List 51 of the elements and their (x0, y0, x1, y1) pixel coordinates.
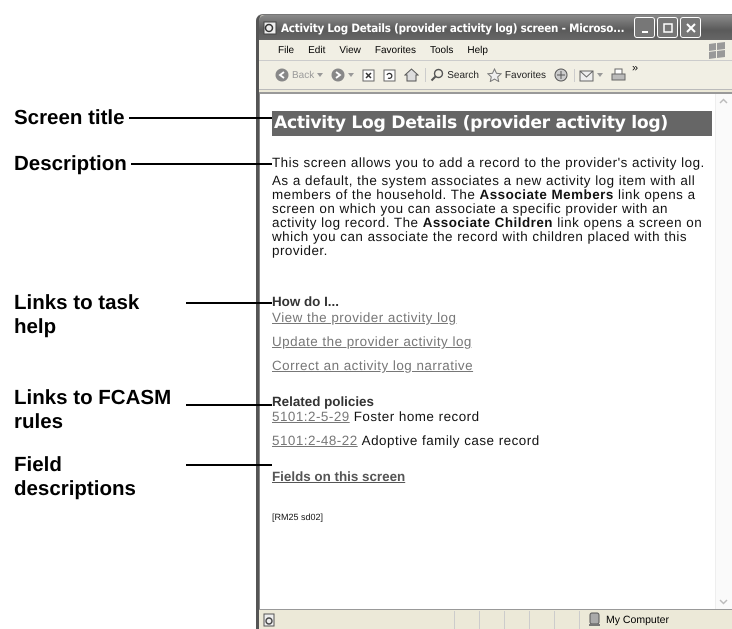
refresh-icon (383, 68, 396, 82)
menu-item[interactable]: Favorites (368, 44, 423, 56)
caret-icon (597, 73, 604, 77)
task-link[interactable]: Correct an activity log narrative (272, 358, 474, 373)
paragraph-text: As a default, the system associates a new activity log item with all members of the household. The Associate Members link opens a screen on which you can associate a specific provider with an activity log record. The Associate Children link opens a screen on which you can associate the record with children placed with this provider. (272, 174, 704, 258)
favorites-button[interactable]: Favorites (482, 68, 550, 82)
callout-label: Description (14, 152, 127, 176)
caret-icon (348, 73, 354, 77)
callout-label: Field descriptions (14, 453, 137, 501)
page-icon (262, 612, 276, 626)
callout-label: Links to FCASM rules (14, 386, 172, 434)
page-heading: Activity Log Details (provider activity log) (272, 111, 712, 136)
search-icon (430, 68, 444, 82)
policy-title: Foster home record (354, 409, 480, 424)
close-button[interactable] (680, 17, 702, 38)
computer-icon (588, 612, 601, 627)
caret-icon (317, 73, 324, 77)
policy-title: Adoptive family case record (362, 433, 540, 448)
policy-link[interactable]: 5101:2-48-22 (272, 433, 358, 448)
menu-item[interactable]: Help (460, 44, 495, 56)
policy-link[interactable]: 5101:2-5-29 (272, 409, 350, 424)
description-text: This screen allows you to add a record to the provider's activity log. (272, 156, 706, 170)
callout-label: Screen title (14, 106, 125, 130)
task-link[interactable]: Update the provider activity log (272, 334, 472, 349)
menu-item[interactable]: View (332, 44, 368, 56)
globe-icon (554, 68, 568, 82)
task-link[interactable]: View the provider activity log (272, 310, 456, 325)
toolbar-overflow[interactable]: » (632, 62, 638, 74)
menu-item[interactable]: Tools (422, 44, 460, 56)
printer-icon (611, 68, 626, 82)
stop-icon (362, 68, 376, 82)
house-icon (404, 68, 420, 82)
star-icon (486, 68, 502, 82)
flag-logo-icon (707, 41, 727, 59)
section-heading: How do I... (272, 294, 340, 309)
envelope-icon (579, 68, 594, 82)
minimize-icon (642, 30, 648, 32)
close-icon (686, 22, 696, 32)
fields-link[interactable]: Fields on this screen (272, 469, 406, 484)
callout-label: Links to task help (14, 291, 140, 339)
screen-code: [RM25 sd02] (272, 512, 324, 522)
window-title: Activity Log Details (provider activity log) screen - Microso... (281, 20, 624, 34)
minimize-button[interactable] (634, 17, 656, 38)
section-heading: Related policies (272, 394, 375, 409)
zone-label: My Computer (606, 614, 670, 626)
menu-item[interactable]: File (271, 44, 302, 56)
maximize-icon (662, 22, 673, 32)
maximize-button[interactable] (657, 17, 678, 38)
search-button[interactable]: Search (425, 68, 483, 82)
page-icon (263, 20, 277, 34)
menu-item[interactable]: Edit (301, 44, 332, 56)
